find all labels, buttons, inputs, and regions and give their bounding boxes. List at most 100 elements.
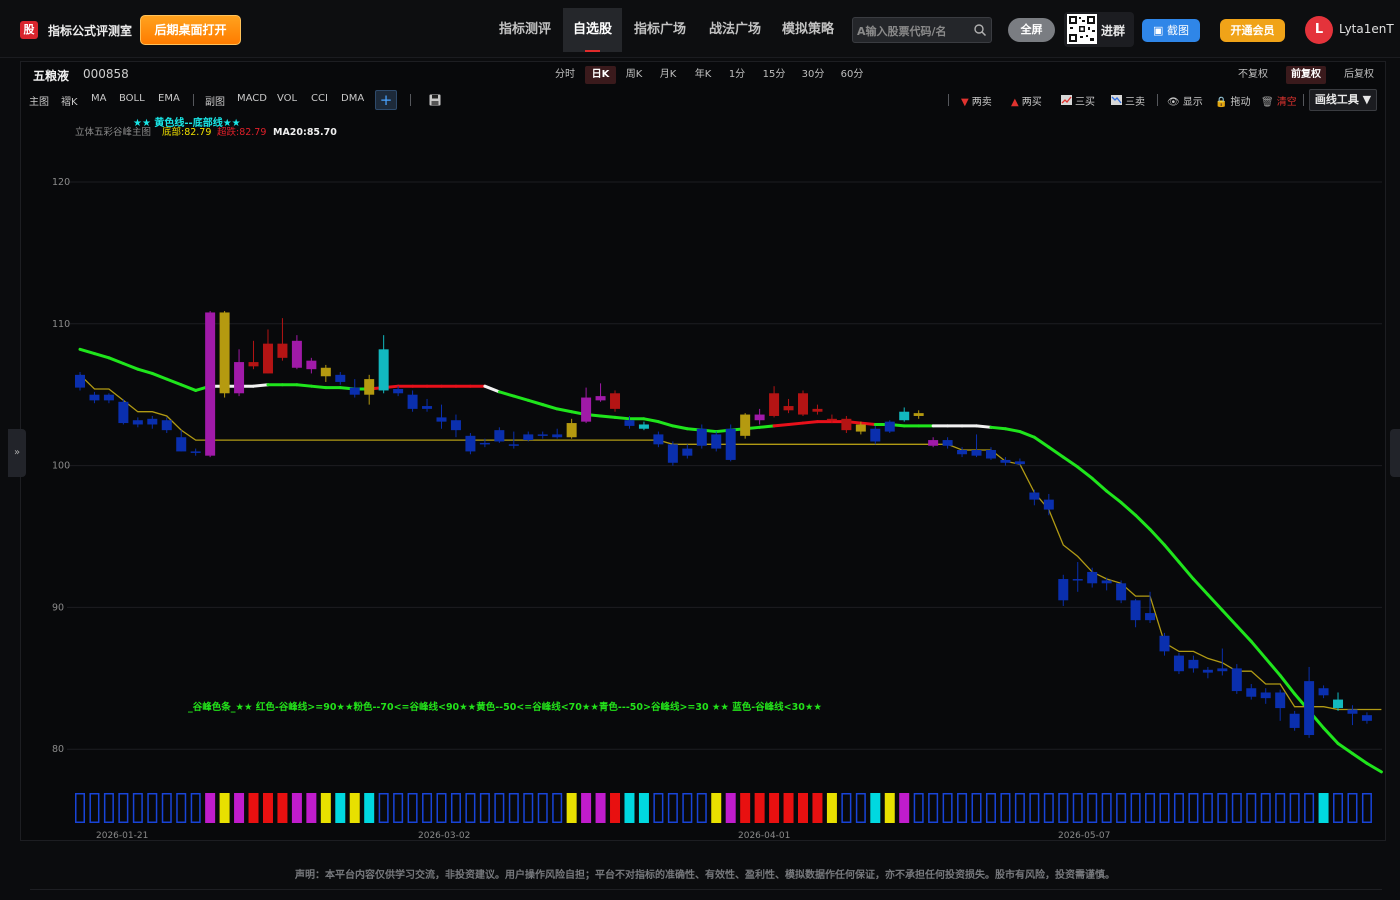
- username[interactable]: Lyta1enT: [1339, 22, 1394, 36]
- open-desktop-button[interactable]: 后期桌面打开: [140, 15, 241, 45]
- candle-body: [682, 448, 693, 456]
- ma20-line-segment: [78, 347, 96, 356]
- indicator-vol[interactable]: VOL: [277, 93, 297, 104]
- color-bar: [1347, 793, 1358, 823]
- kline-chart[interactable]: 120110100908070 2026-01-212026-03-022026…: [22, 116, 1386, 840]
- nav-item-simulated-strategy[interactable]: 模拟策略: [773, 8, 843, 52]
- ma20-line-segment: [1322, 726, 1340, 746]
- color-bar: [928, 793, 939, 823]
- color-bar: [1188, 793, 1199, 823]
- ma20-line-segment: [1350, 751, 1369, 765]
- candle-body: [1188, 659, 1199, 669]
- ma20-line-segment: [1105, 489, 1123, 504]
- period-tab-1min[interactable]: 1分: [723, 66, 751, 84]
- tool-three-sell[interactable]: 三卖: [1111, 93, 1145, 108]
- candle-body: [725, 428, 736, 460]
- period-tab-weekly[interactable]: 周K: [620, 66, 648, 84]
- color-bar: [899, 793, 910, 823]
- candle-body: [1347, 709, 1358, 714]
- indicator-boll[interactable]: BOLL: [119, 93, 145, 104]
- search-icon[interactable]: [973, 23, 987, 37]
- fullscreen-button[interactable]: 全屏: [1008, 18, 1055, 42]
- indicator-dma[interactable]: DMA: [341, 93, 364, 104]
- indicator-cci[interactable]: CCI: [311, 93, 328, 104]
- color-bar: [653, 793, 664, 823]
- nav-item-watchlist[interactable]: 自选股: [563, 8, 622, 52]
- color-bar: [1087, 793, 1098, 823]
- color-bar: [436, 793, 447, 823]
- period-tab-30min[interactable]: 30分: [798, 66, 828, 84]
- candle-body: [508, 444, 519, 446]
- tool-show[interactable]: 👁 显示: [1167, 93, 1203, 108]
- tool-two-buy[interactable]: ▲ 两买: [1011, 93, 1042, 108]
- color-bar: [812, 793, 823, 823]
- indicator-heikin[interactable]: 褶K: [61, 93, 78, 108]
- tool-label: 三买: [1075, 97, 1095, 108]
- add-indicator-button[interactable]: +: [375, 90, 397, 110]
- period-tab-yearly[interactable]: 年K: [689, 66, 717, 84]
- nav-item-indicator-review[interactable]: 指标测评: [488, 8, 562, 52]
- candle-body: [566, 423, 577, 438]
- avatar[interactable]: L: [1305, 16, 1333, 44]
- legend-break-value: 超跌:82.79: [217, 126, 266, 138]
- tool-drag[interactable]: 🔒 拖动: [1215, 93, 1250, 108]
- screenshot-button[interactable]: ▣ 截图: [1142, 19, 1200, 42]
- expand-left-panel-handle[interactable]: »: [8, 429, 26, 477]
- candle-body: [1058, 579, 1069, 601]
- color-bar: [248, 793, 259, 823]
- candle-body: [740, 414, 751, 436]
- adjust-backward[interactable]: 后复权: [1339, 66, 1379, 84]
- color-bar: [537, 793, 548, 823]
- candle-body: [913, 413, 924, 416]
- ma20-line-segment: [1365, 761, 1383, 774]
- tool-clear[interactable]: 🗑 清空: [1261, 93, 1297, 108]
- candle-body: [1072, 579, 1083, 581]
- period-tab-daily[interactable]: 日K: [585, 66, 616, 84]
- color-bar: [89, 793, 100, 823]
- color-bar: [1333, 793, 1344, 823]
- nav-item-indicator-square[interactable]: 指标广场: [623, 8, 697, 52]
- stock-search-input[interactable]: [857, 22, 967, 40]
- open-vip-button[interactable]: 开通会员: [1220, 19, 1285, 42]
- ma20-line-segment: [671, 424, 689, 431]
- down-triangle-icon: ▼: [961, 97, 969, 108]
- indicator-macd[interactable]: MACD: [237, 93, 267, 104]
- period-tab-intraday[interactable]: 分时: [551, 66, 579, 84]
- candle-body: [884, 421, 895, 432]
- nav-item-strategy-square[interactable]: 战法广场: [698, 8, 772, 52]
- candle-body: [1333, 699, 1344, 709]
- ma20-line-segment: [526, 398, 545, 407]
- join-group-label: 进群: [1101, 24, 1126, 38]
- candle-body: [234, 362, 245, 394]
- tool-two-sell[interactable]: ▼ 两卖: [961, 93, 992, 108]
- ma20-line-segment: [1220, 608, 1239, 628]
- ma20-line-segment: [1018, 430, 1036, 439]
- indicator-sub-chart[interactable]: 副图: [205, 93, 225, 108]
- indicator-ma[interactable]: MA: [91, 93, 106, 104]
- candle-body: [248, 362, 259, 367]
- color-bar: [1029, 793, 1040, 823]
- expand-right-panel-handle[interactable]: [1390, 429, 1400, 477]
- adjust-none[interactable]: 不复权: [1233, 66, 1273, 84]
- color-bar: [783, 793, 794, 823]
- drawing-tools-dropdown[interactable]: 画线工具 ▼: [1309, 89, 1377, 111]
- candle-body: [89, 394, 100, 401]
- period-tab-monthly[interactable]: 月K: [654, 66, 682, 84]
- x-tick-label: 2026-04-01: [738, 831, 790, 840]
- ma20-line-segment: [1090, 476, 1109, 493]
- indicator-main-chart[interactable]: 主图: [29, 93, 49, 108]
- adjust-forward[interactable]: 前复权: [1286, 66, 1326, 84]
- candle-body: [450, 420, 461, 431]
- color-bar: [494, 793, 505, 823]
- color-bar: [147, 793, 158, 823]
- period-tab-15min[interactable]: 15分: [759, 66, 789, 84]
- color-bar: [364, 793, 375, 823]
- indicator-ema[interactable]: EMA: [158, 93, 180, 104]
- candle-body: [436, 417, 447, 422]
- candle-body: [667, 444, 678, 463]
- tool-label: 显示: [1182, 97, 1203, 108]
- save-icon[interactable]: [429, 94, 441, 106]
- tool-three-buy[interactable]: 三买: [1061, 93, 1095, 108]
- join-group-button[interactable]: 进群: [1064, 12, 1134, 47]
- period-tab-60min[interactable]: 60分: [837, 66, 867, 84]
